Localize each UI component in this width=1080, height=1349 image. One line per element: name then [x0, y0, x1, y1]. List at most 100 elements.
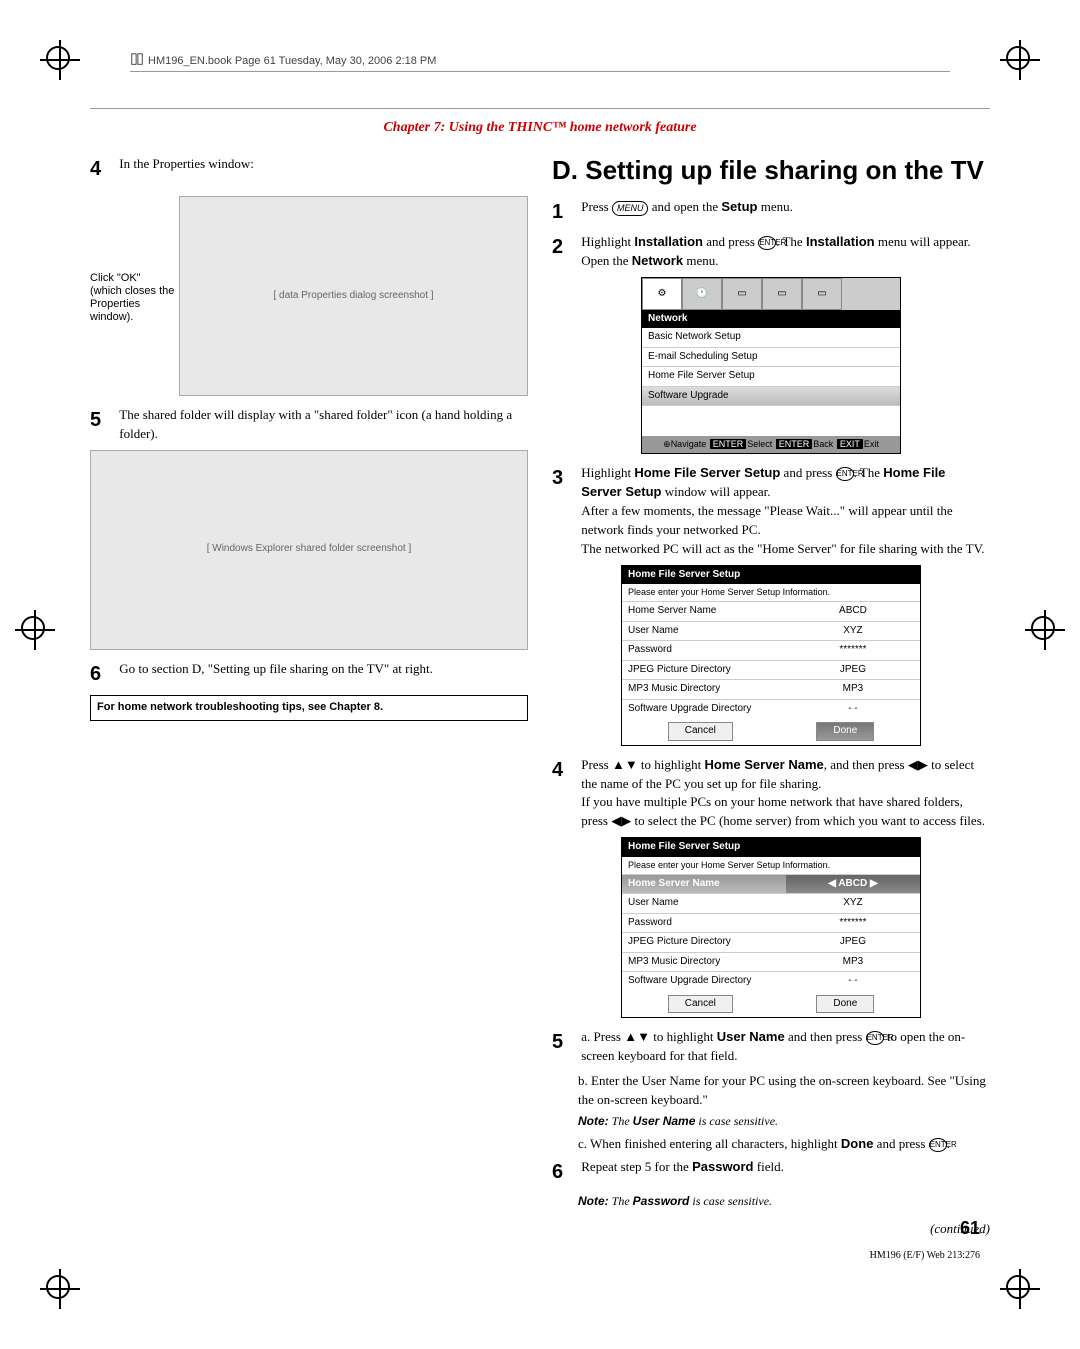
t: ******* — [786, 914, 920, 933]
t: is case sensitive. — [689, 1194, 772, 1208]
r-step-4: Press ▲▼ to highlight Home Server Name, … — [581, 756, 989, 831]
t: Home File Server Setup — [634, 465, 780, 480]
t: menu will appear. — [875, 234, 971, 249]
t: Note: — [578, 1194, 609, 1208]
t: User Name — [633, 1114, 696, 1128]
t: The — [609, 1114, 633, 1128]
t: - - — [786, 972, 920, 991]
page-number: 61 — [960, 1218, 980, 1239]
tab-installation-icon: ⚙ — [642, 278, 682, 310]
r-step-num-4: 4 — [552, 756, 578, 785]
callout-ok: Click "OK" (which closes the Properties … — [90, 272, 175, 325]
r-step-num-6: 6 — [552, 1158, 578, 1187]
t: After a few moments, the message "Please… — [581, 503, 952, 537]
t: MP3 Music Directory — [622, 680, 786, 699]
t: menu. — [683, 253, 718, 268]
t: Back — [813, 439, 833, 449]
tab-icon: 🕐 — [682, 278, 722, 310]
continued-label: (continued) — [552, 1220, 990, 1239]
t: Setup — [721, 199, 757, 214]
r-step-2: Highlight Installation and press ENTER. … — [581, 233, 989, 271]
chapter-title: Chapter 7: Using the THINC™ home network… — [90, 120, 990, 136]
properties-window-screenshot: [ data Properties dialog screenshot ] — [179, 196, 528, 396]
t: menu. — [758, 199, 793, 214]
t: and open the — [648, 199, 721, 214]
t: - - — [786, 700, 920, 719]
reg-mark-ml — [5, 600, 65, 660]
t: User Name — [717, 1029, 785, 1044]
t: XYZ — [786, 894, 920, 913]
step-num-6: 6 — [90, 660, 116, 689]
t: window will appear. — [661, 484, 770, 499]
t: Password — [622, 914, 786, 933]
setup-table-2: Home File Server Setup Please enter your… — [621, 837, 921, 1018]
r-step-5b: b. Enter the User Name for your PC using… — [578, 1072, 990, 1110]
t: Please enter your Home Server Setup Info… — [622, 857, 920, 874]
t: Repeat step 5 for the — [581, 1159, 692, 1174]
t: Please enter your Home Server Setup Info… — [622, 584, 920, 601]
enter-key-icon: ENTER — [836, 467, 854, 481]
reg-mark-mr — [1015, 600, 1075, 660]
t: Network — [632, 253, 683, 268]
right-column: D. Setting up file sharing on the TV 1 P… — [552, 155, 990, 1239]
tab-icon: ▭ — [762, 278, 802, 310]
t: User Name — [622, 894, 786, 913]
explorer-screenshot: [ Windows Explorer shared folder screens… — [90, 450, 528, 650]
note-1: Note: The User Name is case sensitive. — [578, 1113, 990, 1130]
t: ******* — [786, 641, 920, 660]
t: Password — [622, 641, 786, 660]
t: Software Upgrade Directory — [622, 972, 786, 991]
r-step-5c: c. When finished entering all characters… — [578, 1135, 990, 1154]
t: JPEG — [786, 661, 920, 680]
chapter-rule — [90, 108, 990, 109]
t: MP3 — [786, 953, 920, 972]
t: c. When finished entering all characters… — [578, 1136, 841, 1151]
t: and press — [780, 465, 835, 480]
enter-key-icon: ENTER — [866, 1031, 884, 1045]
t: Press — [581, 199, 612, 214]
r-step-num-5: 5 — [552, 1028, 578, 1057]
enter-key-icon: ENTER — [929, 1138, 947, 1152]
reg-mark-br — [990, 1259, 1050, 1319]
t: Home File Server Setup — [622, 566, 920, 585]
menu-key-icon: MENU — [612, 201, 649, 216]
doc-header-text: HM196_EN.book Page 61 Tuesday, May 30, 2… — [148, 55, 436, 67]
t: Software Upgrade Directory — [622, 700, 786, 719]
tip-box: For home network troubleshooting tips, s… — [90, 695, 528, 721]
t: ABCD — [838, 878, 867, 889]
r-step-6: Repeat step 5 for the Password field. — [581, 1158, 989, 1177]
reg-mark-bl — [30, 1259, 90, 1319]
t: and press — [703, 234, 758, 249]
t: JPEG — [786, 933, 920, 952]
t: The networked PC will act as the "Home S… — [581, 541, 984, 556]
r-step-num-3: 3 — [552, 464, 578, 493]
doc-header: HM196_EN.book Page 61 Tuesday, May 30, 2… — [130, 52, 950, 72]
step-5-text: The shared folder will display with a "s… — [119, 406, 527, 444]
left-column: 4 In the Properties window: Click "OK" (… — [90, 155, 528, 1239]
t: Home Server Name — [622, 602, 786, 621]
nav-bar: ⊕Navigate ENTERSelect ENTERBack EXITExit — [642, 436, 900, 453]
t: JPEG Picture Directory — [622, 661, 786, 680]
t: Done — [841, 1136, 874, 1151]
r-step-num-2: 2 — [552, 233, 578, 262]
cancel-button: Cancel — [668, 995, 733, 1014]
t: and press — [873, 1136, 928, 1151]
step-num-5: 5 — [90, 406, 116, 435]
done-button: Done — [816, 722, 874, 741]
note-2: Note: The Password is case sensitive. — [578, 1193, 990, 1210]
tab-icon: ▭ — [722, 278, 762, 310]
t: field. — [754, 1159, 784, 1174]
r-step-3: Highlight Home File Server Setup and pre… — [581, 464, 989, 558]
r-step-5: a. Press ▲▼ to highlight User Name and t… — [581, 1028, 989, 1066]
t: Home Server Name — [622, 875, 786, 894]
network-label: Network — [642, 310, 900, 329]
t: MP3 — [786, 680, 920, 699]
t: and then press — [785, 1029, 866, 1044]
t: Home File Server Setup — [622, 838, 920, 857]
enter-key-icon: ENTER — [758, 236, 776, 250]
t: Password — [692, 1159, 753, 1174]
done-button: Done — [816, 995, 874, 1014]
t: is case sensitive. — [695, 1114, 778, 1128]
setup-table-1: Home File Server Setup Please enter your… — [621, 565, 921, 746]
t: Installation — [634, 234, 703, 249]
